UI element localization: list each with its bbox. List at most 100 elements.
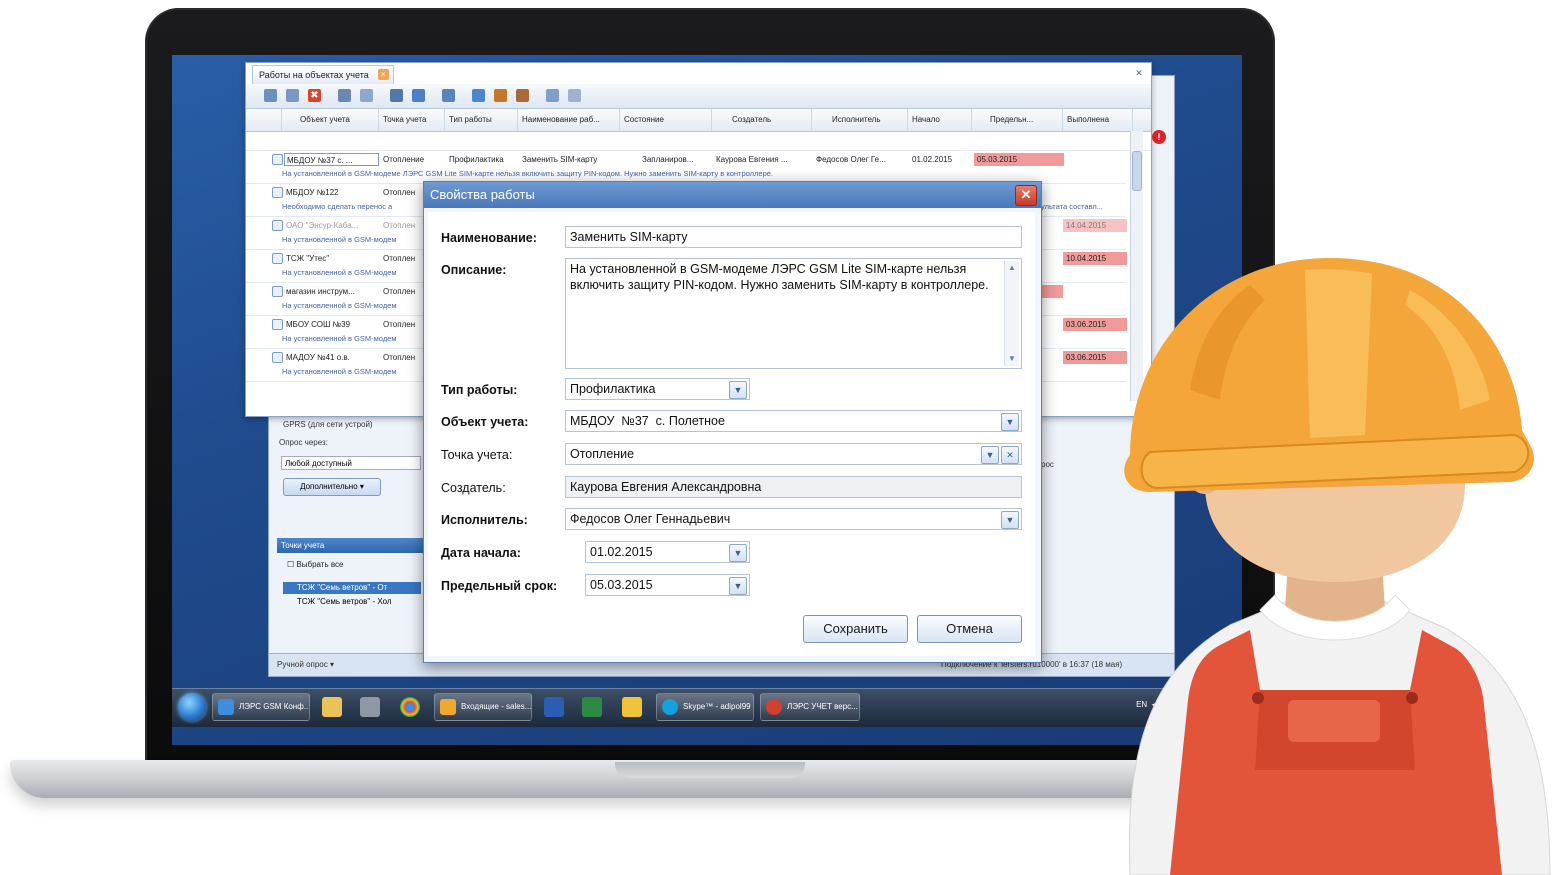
start-button[interactable] [178,693,206,721]
user-alt-icon[interactable] [516,89,529,102]
tree-item[interactable]: ТСЖ "Семь ветров" - Хол [283,596,421,608]
clear-icon[interactable]: ✕ [1001,446,1019,464]
cell-deadline[interactable]: 05.03.2015 [974,153,1064,166]
chevron-down-icon[interactable]: ▼ [1001,511,1019,529]
folder-icon[interactable] [322,697,342,717]
globe-icon[interactable] [472,89,485,102]
document-icon[interactable] [568,89,581,102]
excel-icon[interactable] [582,697,602,717]
column-header[interactable]: Исполнитель [812,109,908,131]
word-icon[interactable] [544,697,564,717]
object-select[interactable]: МБДОУ №37 с. Полетное ▼ [565,410,1022,432]
refresh-icon[interactable] [412,89,425,102]
cell-state[interactable]: Запланиров... [642,153,712,166]
close-icon[interactable]: ✕ [1015,185,1037,206]
tab-close-icon[interactable]: × [377,69,389,80]
row-checkbox-icon[interactable] [272,352,283,363]
cell-point[interactable]: Отоплен [383,318,423,331]
cell-object[interactable]: магазин инструм... [286,285,379,298]
column-header[interactable]: Начало [908,109,972,131]
chevron-down-icon[interactable]: ▼ [729,381,747,399]
search-icon[interactable] [546,89,559,102]
cell-executor[interactable]: Федосов Олег Ге... [816,153,906,166]
scroll-up-icon[interactable]: ▲ [1006,262,1018,274]
table-header: Объект учета Точка учета Тип работы Наим… [246,109,1151,132]
manual-poll-menu[interactable]: Ручной опрос ▾ [277,654,334,676]
cell-creator[interactable]: Каурова Евгения ... [716,153,808,166]
right-panel-text: рос [1041,460,1054,469]
cell-point[interactable]: Отоплен [383,219,423,232]
more-button[interactable]: Дополнительно ▾ [283,478,381,496]
cell-name[interactable]: Заменить SIM-карту [522,153,618,166]
description-scrollbar[interactable]: ▲ ▼ [1004,261,1019,366]
filter-row[interactable] [246,132,1151,151]
work-type-select[interactable]: Профилактика ▼ [565,378,750,400]
cell-start[interactable]: 01.02.2015 [912,153,970,166]
row-checkbox-icon[interactable] [272,220,283,231]
taskbar-item[interactable]: Входящие - sales... [434,693,532,721]
pin-icon[interactable]: ✕ [1133,67,1145,79]
column-header[interactable]: Тип работы [445,109,518,131]
column-header[interactable]: Создатель [712,109,812,131]
tree-item[interactable]: ТСЖ "Семь ветров" - От [283,582,421,594]
taskbar-item[interactable]: ЛЭРС GSM Конф... [212,693,310,721]
cell-object[interactable]: ОАО "Энсур-Каба... [286,219,379,232]
copy-icon[interactable] [338,89,351,102]
cell-point[interactable]: Отопление [383,153,443,166]
column-header[interactable]: Состояние [620,109,712,131]
name-input[interactable]: Заменить SIM-карту [565,226,1022,248]
tab-works[interactable]: Работы на объектах учета × [252,65,394,84]
row-checkbox-icon[interactable] [272,187,283,198]
cell-point[interactable]: Отоплен [383,351,423,364]
column-header[interactable]: Наименование раб... [518,109,620,131]
group-icon[interactable] [442,89,455,102]
column-header[interactable]: Выполнена [1063,109,1133,131]
start-date-picker[interactable]: 01.02.2015 ▼ [585,541,750,563]
taskbar-item[interactable]: ЛЭРС УЧЕТ верс... [760,693,860,721]
delete-icon[interactable]: ✖ [308,89,321,102]
gprs-option[interactable]: GPRS (для сети устрой) [283,420,373,429]
description-textarea[interactable]: На установленной в GSM-модеме ЛЭРС GSM L… [565,258,1022,369]
notification-badge-icon[interactable]: ! [1152,130,1166,144]
row-checkbox-icon[interactable] [272,253,283,264]
chevron-down-icon[interactable]: ▼ [981,446,999,464]
notes-icon[interactable] [622,697,642,717]
new-icon[interactable] [264,89,277,102]
select-column-header[interactable] [246,109,282,131]
chevron-down-icon[interactable]: ▼ [729,577,747,595]
column-header[interactable]: Точка учета [379,109,445,131]
cell-object[interactable]: МБДОУ №37 с. ... [284,153,379,166]
cell-point[interactable]: Отоплен [383,186,423,199]
cell-type[interactable]: Профилактика [449,153,519,166]
cell-object[interactable]: МБДОУ №122 [286,186,379,199]
column-header[interactable]: Объект учета [282,109,379,131]
chrome-icon[interactable] [400,697,420,717]
executor-select[interactable]: Федосов Олег Геннадьевич ▼ [565,508,1022,530]
cell-object[interactable]: МБОУ СОШ №39 [286,318,379,331]
cell-point[interactable]: Отоплен [383,285,423,298]
save-button[interactable]: Сохранить [803,615,908,643]
deadline-picker[interactable]: 05.03.2015 ▼ [585,574,750,596]
taskbar-item[interactable]: Skype™ - adipol99 [656,693,754,721]
row-checkbox-icon[interactable] [272,154,283,165]
cell-point[interactable]: Отоплен [383,252,423,265]
table-row[interactable]: МБДОУ №37 с. ... Отопление Профилактика … [246,151,1126,184]
user-icon[interactable] [494,89,507,102]
row-checkbox-icon[interactable] [272,319,283,330]
scrollbar-thumb[interactable] [1132,151,1142,191]
cell-object[interactable]: МАДОУ №41 о.в. [286,351,379,364]
print-icon[interactable] [360,89,373,102]
point-select[interactable]: Отопление ▼ ✕ [565,443,1022,465]
chevron-down-icon[interactable]: ▼ [729,544,747,562]
select-all-checkbox[interactable]: ☐ Выбрать все [287,560,343,569]
column-header[interactable]: Предельн... [972,109,1063,131]
cancel-button[interactable]: Отмена [917,615,1022,643]
media-icon[interactable] [360,697,380,717]
scroll-down-icon[interactable]: ▼ [1006,353,1018,365]
chevron-down-icon[interactable]: ▼ [1001,413,1019,431]
cell-object[interactable]: ТСЖ "Утес" [286,252,379,265]
poll-select[interactable]: Любой доступный [281,456,421,470]
edit-icon[interactable] [286,89,299,102]
check-icon[interactable] [390,89,403,102]
row-checkbox-icon[interactable] [272,286,283,297]
